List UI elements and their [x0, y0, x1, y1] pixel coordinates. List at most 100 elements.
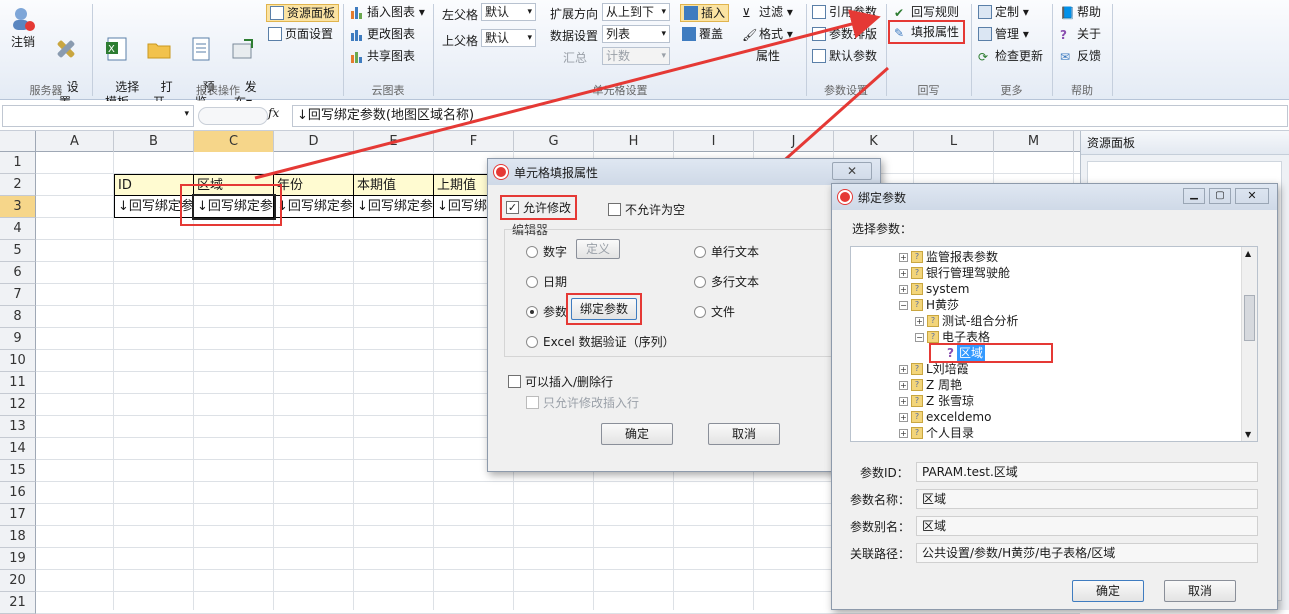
- allow-edit-checkbox[interactable]: ✓ 允许修改: [499, 195, 578, 220]
- expand-icon[interactable]: +: [899, 396, 908, 406]
- change-chart-button[interactable]: 更改图表: [350, 26, 415, 42]
- radio-single-text[interactable]: 单行文本: [694, 243, 759, 260]
- tree-item[interactable]: +? exceldemo: [851, 409, 1241, 425]
- column-header-d[interactable]: D: [274, 131, 354, 152]
- radio-date[interactable]: 日期: [526, 273, 567, 290]
- header-cell[interactable]: 年份: [274, 174, 354, 196]
- scroll-down-icon[interactable]: ▼: [1245, 430, 1251, 439]
- row-header-13[interactable]: 13: [0, 416, 36, 438]
- header-cell[interactable]: 本期值: [354, 174, 434, 196]
- formula-input[interactable]: ↓回写绑定参数(地图区域名称): [292, 105, 1288, 127]
- page-setup-button[interactable]: 页面设置: [268, 26, 333, 42]
- row-header-19[interactable]: 19: [0, 548, 36, 570]
- column-header-e[interactable]: E: [354, 131, 434, 152]
- expand-icon[interactable]: +: [899, 284, 908, 294]
- ok-button[interactable]: 确定: [1072, 580, 1144, 602]
- row-header-16[interactable]: 16: [0, 482, 36, 504]
- define-button[interactable]: 定义: [576, 239, 620, 259]
- can-insert-checkbox[interactable]: 可以插入/删除行: [508, 373, 613, 390]
- expand-icon[interactable]: +: [899, 268, 908, 278]
- column-header-c[interactable]: C: [194, 131, 274, 152]
- minimize-icon[interactable]: ▁: [1183, 188, 1205, 204]
- format-button[interactable]: 🖌 格式 ▾: [742, 26, 793, 42]
- param-id-field[interactable]: PARAM.test.区域: [916, 462, 1258, 482]
- row-header-6[interactable]: 6: [0, 262, 36, 284]
- close-icon[interactable]: ✕: [832, 162, 872, 180]
- row-header-17[interactable]: 17: [0, 504, 36, 526]
- tree-item[interactable]: +? 银行管理驾驶舱: [851, 265, 1241, 281]
- expand-icon[interactable]: +: [899, 252, 908, 262]
- expand-icon[interactable]: +: [899, 364, 908, 374]
- path-field[interactable]: 公共设置/参数/H黄莎/电子表格/区域: [916, 543, 1258, 563]
- collapse-icon[interactable]: −: [899, 300, 908, 310]
- column-header-l[interactable]: L: [914, 131, 994, 152]
- feedback-button[interactable]: ✉ 反馈: [1060, 48, 1101, 64]
- manage-button[interactable]: 管理 ▾: [978, 26, 1029, 42]
- help-button[interactable]: 📘 帮助: [1060, 4, 1101, 20]
- column-header-g[interactable]: G: [514, 131, 594, 152]
- tree-item[interactable]: +? 监管报表参数: [851, 249, 1241, 265]
- row-header-1[interactable]: 1: [0, 152, 36, 174]
- filter-button[interactable]: ⊻ 过滤 ▾: [742, 4, 793, 20]
- property-button[interactable]: 属性: [756, 48, 780, 64]
- row-header-5[interactable]: 5: [0, 240, 36, 262]
- summary-select[interactable]: 计数 ▾: [602, 47, 670, 65]
- expand-icon[interactable]: +: [915, 316, 924, 326]
- column-header-m[interactable]: M: [994, 131, 1074, 152]
- fill-property-button[interactable]: ✎ 填报属性: [887, 20, 966, 44]
- param-tree[interactable]: +? 监管报表参数 +? 银行管理驾驶舱 +? system −? H黄莎 +? 测试-组合分析 −…: [850, 246, 1258, 442]
- value-cell[interactable]: ↓回写绑定参: [192, 194, 276, 220]
- only-edit-insert-checkbox[interactable]: 只允许修改插入行: [526, 394, 639, 411]
- param-layout-button[interactable]: 参数排版: [812, 26, 877, 42]
- write-rule-button[interactable]: ✔ 回写规则: [894, 4, 959, 20]
- default-param-button[interactable]: 默认参数: [812, 48, 877, 64]
- tree-item[interactable]: ? 区域: [929, 343, 1053, 363]
- column-header-j[interactable]: J: [754, 131, 834, 152]
- row-header-14[interactable]: 14: [0, 438, 36, 460]
- cancel-button[interactable]: 取消: [1164, 580, 1236, 602]
- collapse-icon[interactable]: −: [915, 332, 924, 342]
- select-all-corner[interactable]: [0, 131, 36, 152]
- expand-dir-select[interactable]: 从上到下 ▾: [602, 3, 670, 21]
- tree-item[interactable]: +? Z 周艳: [851, 377, 1241, 393]
- about-button[interactable]: ? 关于: [1060, 26, 1101, 42]
- tree-item[interactable]: +? system: [851, 281, 1241, 297]
- name-box[interactable]: ▾: [2, 105, 194, 127]
- row-header-21[interactable]: 21: [0, 592, 36, 614]
- resource-panel-button[interactable]: 资源面板: [266, 4, 340, 22]
- column-header-b[interactable]: B: [114, 131, 194, 152]
- radio-number[interactable]: 数字: [526, 243, 567, 260]
- not-null-checkbox[interactable]: 不允许为空: [608, 201, 685, 218]
- row-header-20[interactable]: 20: [0, 570, 36, 592]
- radio-multi-text[interactable]: 多行文本: [694, 273, 759, 290]
- ref-param-button[interactable]: 引用参数: [812, 4, 877, 20]
- row-header-2[interactable]: 2: [0, 174, 36, 196]
- tree-item[interactable]: +? Z 张雪琼: [851, 393, 1241, 409]
- row-header-3[interactable]: 3: [0, 196, 36, 218]
- tree-item[interactable]: −? 电子表格: [851, 329, 1241, 345]
- value-cell[interactable]: ↓回写绑定参: [274, 196, 354, 218]
- check-update-button[interactable]: ⟳ 检查更新: [978, 48, 1043, 64]
- row-header-12[interactable]: 12: [0, 394, 36, 416]
- left-parent-select[interactable]: 默认 ▾: [481, 3, 536, 21]
- row-header-7[interactable]: 7: [0, 284, 36, 306]
- expand-icon[interactable]: +: [899, 412, 908, 422]
- scroll-up-icon[interactable]: ▲: [1245, 249, 1251, 258]
- tree-item[interactable]: +? 个人目录: [851, 425, 1241, 441]
- ok-button[interactable]: 确定: [601, 423, 673, 445]
- fx-icon[interactable]: fx: [268, 106, 279, 120]
- radio-excel-validation[interactable]: Excel 数据验证（序列）: [526, 333, 675, 350]
- scroll-thumb[interactable]: [1244, 295, 1255, 341]
- share-chart-button[interactable]: 共享图表: [350, 48, 415, 64]
- top-parent-select[interactable]: 默认 ▾: [481, 29, 536, 47]
- value-cell[interactable]: ↓回写绑定参: [354, 196, 434, 218]
- row-header-4[interactable]: 4: [0, 218, 36, 240]
- data-setting-select[interactable]: 列表 ▾: [602, 25, 670, 43]
- column-header-k[interactable]: K: [834, 131, 914, 152]
- bind-param-button[interactable]: 绑定参数: [571, 298, 637, 320]
- row-header-15[interactable]: 15: [0, 460, 36, 482]
- customize-button[interactable]: 定制 ▾: [978, 4, 1029, 20]
- tree-item[interactable]: −? H黄莎: [851, 297, 1241, 313]
- insert-chart-button[interactable]: 插入图表 ▾: [350, 4, 425, 20]
- param-name-field[interactable]: 区域: [916, 489, 1258, 509]
